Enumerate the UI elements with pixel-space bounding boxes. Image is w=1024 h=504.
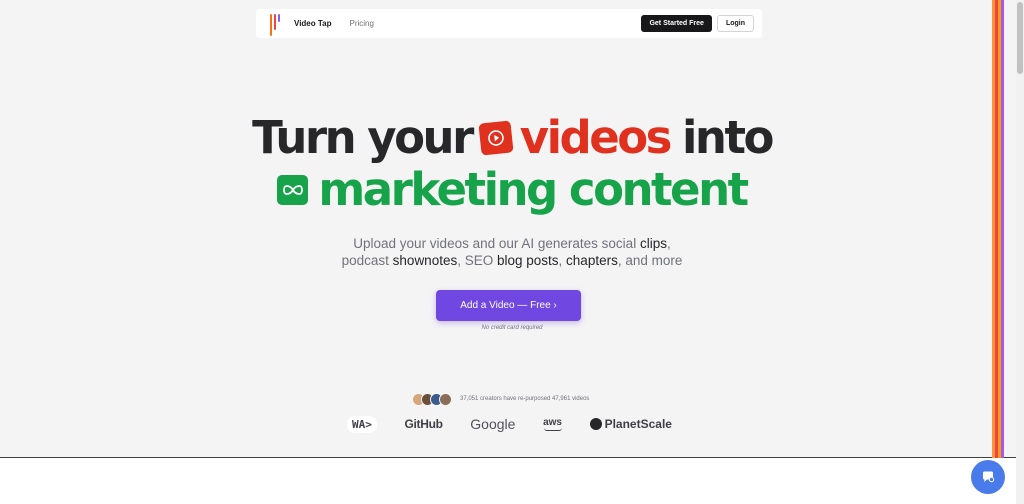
customer-logos: WA> GitHub Google aws PlanetScale (347, 412, 672, 436)
no-credit-card-note: No credit card required (481, 325, 543, 331)
play-icon (478, 119, 514, 156)
subtitle-text: , SEO (457, 253, 497, 268)
subtitle-keyword-clips: clips (639, 236, 667, 251)
avatar (439, 392, 452, 406)
subtitle-text: , (558, 253, 567, 268)
scrollbar-thumb[interactable] (1017, 2, 1023, 74)
lower-section (0, 458, 1016, 504)
hero-text-marketing-content: marketing content (318, 163, 749, 216)
hero-subtitle-line-1: Upload your videos and our AI generates … (0, 235, 1024, 252)
hero-title-line-2: marketing content (0, 167, 1024, 212)
github-logo: GitHub (404, 417, 443, 431)
hero-title-line-1: Turn your videos into (0, 115, 1024, 160)
subtitle-keyword-chapters: chapters (566, 253, 618, 268)
subtitle-text: , and more (617, 253, 683, 268)
subtitle-text: , (666, 236, 671, 251)
hero-text-turn-your: Turn your (252, 111, 474, 164)
subtitle-text: Upload your videos and our AI generates … (353, 236, 640, 251)
decorative-stripe (1001, 0, 1004, 458)
chat-bubble-button[interactable] (971, 460, 1005, 494)
hero-subtitle-line-2: podcast shownotes, SEO blog posts, chapt… (0, 252, 1024, 269)
hero-text-into: into (681, 111, 774, 164)
planetscale-logo-text: PlanetScale (604, 417, 672, 431)
get-started-button[interactable]: Get Started Free (641, 15, 712, 32)
subtitle-text: podcast (341, 253, 393, 268)
wa-logo: WA> (347, 415, 377, 433)
add-video-button[interactable]: Add a Video — Free › (436, 290, 581, 321)
planetscale-mark-icon (589, 418, 602, 430)
social-proof: 37,051 creators have re-purposed 47,961 … (412, 392, 589, 406)
planetscale-logo: PlanetScale (589, 417, 672, 431)
nav-link-pricing[interactable]: Pricing (350, 19, 374, 28)
login-button[interactable]: Login (716, 15, 754, 32)
infinity-icon (277, 174, 309, 205)
subtitle-keyword-shownotes: shownotes (392, 253, 458, 268)
google-logo: Google (470, 416, 516, 432)
hero-text-videos: videos (519, 111, 673, 164)
site-header: Video Tap Pricing Get Started Free Login (256, 9, 762, 38)
chat-icon (983, 471, 995, 483)
subtitle-keyword-blog-posts: blog posts (496, 253, 559, 268)
creators-count-text: 37,051 creators have re-purposed 47,961 … (460, 396, 590, 402)
page-scrollbar[interactable] (1016, 0, 1024, 504)
creator-avatars (412, 392, 452, 406)
aws-logo: aws (543, 416, 562, 431)
videotap-logo-icon[interactable] (270, 12, 280, 36)
aws-logo-text: aws (543, 416, 562, 428)
brand-name[interactable]: Video Tap (294, 19, 332, 28)
